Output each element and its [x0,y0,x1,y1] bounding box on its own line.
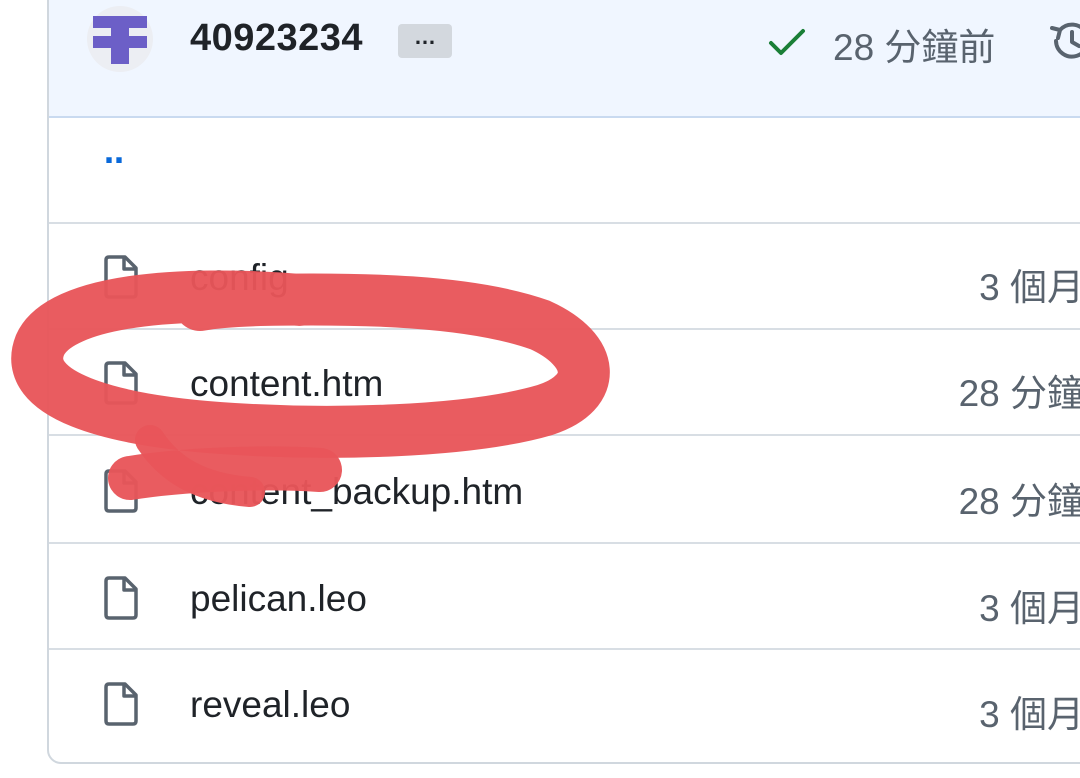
parent-directory-row[interactable]: ‥ [49,118,1080,224]
file-name-link[interactable]: content.htm [190,363,383,405]
avatar[interactable] [87,6,153,72]
file-name-link[interactable]: reveal.leo [190,684,350,726]
file-date: 3 個月前 [979,588,1080,629]
commit-message-expand-button[interactable]: … [398,24,452,58]
file-icon [104,255,138,299]
file-icon [104,469,138,513]
commit-time: 28 分鐘前 [833,27,996,68]
file-row[interactable]: content_backup.htm 28 分鐘前 [49,434,1080,544]
file-row[interactable]: content.htm 28 分鐘前 [49,328,1080,436]
file-icon [104,576,138,620]
file-icon [104,361,138,405]
latest-commit-header: 40923234 … 28 分鐘前 [49,0,1080,118]
file-date: 3 個月前 [979,694,1080,735]
file-name-link[interactable]: pelican.leo [190,578,367,620]
file-date: 28 分鐘前 [958,481,1080,522]
history-icon[interactable] [1046,17,1080,65]
file-name-link[interactable]: content_backup.htm [190,471,523,513]
commit-author[interactable]: 40923234 [190,17,363,60]
file-row[interactable]: config 3 個月前 [49,222,1080,330]
file-row[interactable]: pelican.leo 3 個月前 [49,542,1080,650]
file-name-link[interactable]: config [190,257,289,299]
parent-directory-link[interactable]: ‥ [104,136,127,171]
file-row[interactable]: reveal.leo 3 個月前 [49,648,1080,754]
identicon-icon [93,16,147,64]
page: 40923234 … 28 分鐘前 ‥ config 3 個月前 [0,0,1080,778]
file-date: 3 個月前 [979,267,1080,308]
file-browser-box: 40923234 … 28 分鐘前 ‥ config 3 個月前 [47,0,1080,764]
check-icon[interactable] [767,25,807,59]
file-date: 28 分鐘前 [958,373,1080,414]
file-icon [104,682,138,726]
